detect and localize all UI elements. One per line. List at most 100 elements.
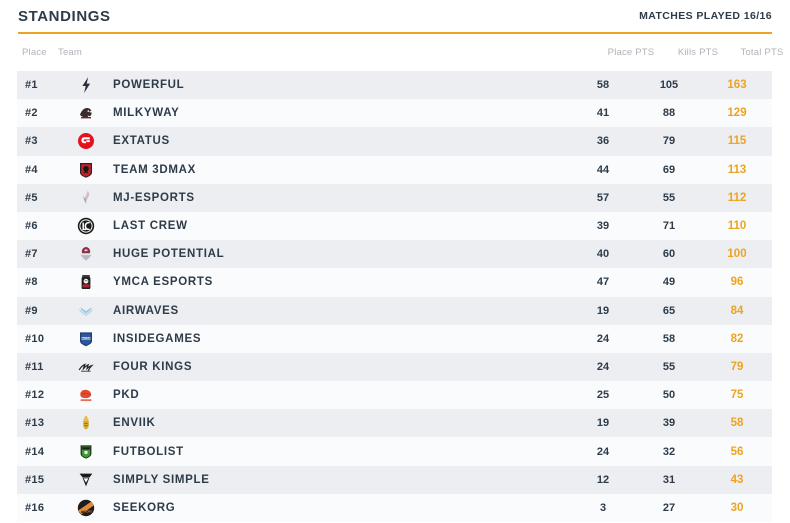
cell-team-name[interactable]: MJ-ESPORTS bbox=[105, 192, 570, 204]
cell-place: #1 bbox=[17, 79, 67, 91]
table-row[interactable]: #9 AIRWAVES196584 bbox=[17, 297, 772, 325]
cell-place-pts: 57 bbox=[570, 192, 636, 204]
column-header-team: Team bbox=[58, 47, 82, 58]
cell-team-name[interactable]: HUGE POTENTIAL bbox=[105, 248, 570, 260]
cell-place: #10 bbox=[17, 333, 67, 345]
cell-team-name[interactable]: LAST CREW bbox=[105, 220, 570, 232]
svg-text:INSIDE: INSIDE bbox=[81, 336, 91, 340]
cell-team-name[interactable]: ENVIIK bbox=[105, 417, 570, 429]
cell-place: #16 bbox=[17, 502, 67, 514]
cell-kills-pts: 31 bbox=[636, 474, 702, 486]
cell-team-name[interactable]: TEAM 3DMAX bbox=[105, 164, 570, 176]
table-row[interactable]: #6 LAST CREW3971110 bbox=[17, 212, 772, 240]
futbolist-shield-icon bbox=[67, 442, 105, 462]
page-title: STANDINGS bbox=[18, 8, 111, 25]
table-row[interactable]: #2MILKYWAY4188129 bbox=[17, 99, 772, 127]
cell-place-pts: 19 bbox=[570, 417, 636, 429]
cell-kills-pts: 65 bbox=[636, 305, 702, 317]
cell-place: #15 bbox=[17, 474, 67, 486]
simply-simple-icon bbox=[67, 470, 105, 490]
cell-team-name[interactable]: MILKYWAY bbox=[105, 107, 570, 119]
column-header-place-pts: Place PTS bbox=[595, 47, 667, 58]
table-row[interactable]: #16SEEKORGSEEKORG32730 bbox=[17, 494, 772, 522]
cell-place: #2 bbox=[17, 107, 67, 119]
cell-place-pts: 19 bbox=[570, 305, 636, 317]
table-row[interactable]: #14 FUTBOLIST243256 bbox=[17, 437, 772, 465]
cell-total-pts: 100 bbox=[702, 248, 772, 260]
cell-place: #9 bbox=[17, 305, 67, 317]
table-row[interactable]: #10INSIDEINSIDEGAMES245882 bbox=[17, 325, 772, 353]
cell-total-pts: 30 bbox=[702, 502, 772, 514]
table-row[interactable]: #11FOUR KINGS245579 bbox=[17, 353, 772, 381]
cell-place-pts: 47 bbox=[570, 276, 636, 288]
cell-total-pts: 82 bbox=[702, 333, 772, 345]
extatus-circle-icon bbox=[67, 131, 105, 151]
table-row[interactable]: #15 SIMPLY SIMPLE123143 bbox=[17, 466, 772, 494]
cell-place: #8 bbox=[17, 276, 67, 288]
cell-place: #4 bbox=[17, 164, 67, 176]
cell-team-name[interactable]: AIRWAVES bbox=[105, 305, 570, 317]
cell-place-pts: 39 bbox=[570, 220, 636, 232]
seekorg-circle-icon: SEEKORG bbox=[67, 498, 105, 518]
lightning-bolt-icon bbox=[67, 75, 105, 95]
cell-team-name[interactable]: PKD bbox=[105, 389, 570, 401]
cell-total-pts: 58 bbox=[702, 417, 772, 429]
3dmax-shield-icon bbox=[67, 160, 105, 180]
cell-kills-pts: 39 bbox=[636, 417, 702, 429]
table-row[interactable]: #8 YMCA ESPORTS474996 bbox=[17, 268, 772, 296]
cell-team-name[interactable]: INSIDEGAMES bbox=[105, 333, 570, 345]
cell-total-pts: 113 bbox=[702, 164, 772, 176]
cell-place-pts: 41 bbox=[570, 107, 636, 119]
cell-kills-pts: 32 bbox=[636, 446, 702, 458]
cell-place-pts: 24 bbox=[570, 446, 636, 458]
cell-total-pts: 96 bbox=[702, 276, 772, 288]
svg-text:SEEKORG: SEEKORG bbox=[80, 510, 92, 513]
cell-team-name[interactable]: FOUR KINGS bbox=[105, 361, 570, 373]
cell-place-pts: 25 bbox=[570, 389, 636, 401]
cell-total-pts: 84 bbox=[702, 305, 772, 317]
cell-place-pts: 3 bbox=[570, 502, 636, 514]
huge-potential-icon bbox=[67, 244, 105, 264]
cell-total-pts: 75 bbox=[702, 389, 772, 401]
cell-total-pts: 110 bbox=[702, 220, 772, 232]
table-row[interactable]: #12PKD255075 bbox=[17, 381, 772, 409]
table-row[interactable]: #7HUGE POTENTIAL4060100 bbox=[17, 240, 772, 268]
cell-team-name[interactable]: SEEKORG bbox=[105, 502, 570, 514]
column-header-row: Place Team Place PTS Kills PTS Total PTS bbox=[18, 47, 772, 67]
milkyway-crest-icon bbox=[67, 103, 105, 123]
cell-place: #5 bbox=[17, 192, 67, 204]
last-crew-circle-icon bbox=[67, 216, 105, 236]
cell-place: #14 bbox=[17, 446, 67, 458]
matches-played-label: MATCHES PLAYED 16/16 bbox=[639, 10, 772, 22]
table-row[interactable]: #4TEAM 3DMAX4469113 bbox=[17, 156, 772, 184]
cell-place-pts: 12 bbox=[570, 474, 636, 486]
cell-place: #3 bbox=[17, 135, 67, 147]
cell-total-pts: 43 bbox=[702, 474, 772, 486]
cell-team-name[interactable]: EXTATUS bbox=[105, 135, 570, 147]
insidegames-shield-icon: INSIDE bbox=[67, 329, 105, 349]
accent-divider bbox=[18, 32, 772, 34]
table-row[interactable]: #3EXTATUS3679115 bbox=[17, 127, 772, 155]
cell-place-pts: 44 bbox=[570, 164, 636, 176]
table-row[interactable]: #1POWERFUL58105163 bbox=[17, 71, 772, 99]
cell-kills-pts: 55 bbox=[636, 361, 702, 373]
cell-team-name[interactable]: FUTBOLIST bbox=[105, 446, 570, 458]
cell-team-name[interactable]: POWERFUL bbox=[105, 79, 570, 91]
table-row[interactable]: #13 ENVIIK193958 bbox=[17, 409, 772, 437]
standings-table: #1POWERFUL58105163#2MILKYWAY4188129#3EXT… bbox=[17, 71, 772, 522]
table-row[interactable]: #5MJ-ESPORTS5755112 bbox=[17, 184, 772, 212]
cell-place-pts: 58 bbox=[570, 79, 636, 91]
cell-team-name[interactable]: YMCA ESPORTS bbox=[105, 276, 570, 288]
cell-kills-pts: 60 bbox=[636, 248, 702, 260]
cell-kills-pts: 71 bbox=[636, 220, 702, 232]
cell-kills-pts: 58 bbox=[636, 333, 702, 345]
column-header-place: Place bbox=[22, 47, 47, 58]
cell-place: #6 bbox=[17, 220, 67, 232]
cell-total-pts: 56 bbox=[702, 446, 772, 458]
cell-kills-pts: 50 bbox=[636, 389, 702, 401]
cell-team-name[interactable]: SIMPLY SIMPLE bbox=[105, 474, 570, 486]
cell-kills-pts: 88 bbox=[636, 107, 702, 119]
cell-total-pts: 79 bbox=[702, 361, 772, 373]
cell-kills-pts: 49 bbox=[636, 276, 702, 288]
cell-place: #13 bbox=[17, 417, 67, 429]
